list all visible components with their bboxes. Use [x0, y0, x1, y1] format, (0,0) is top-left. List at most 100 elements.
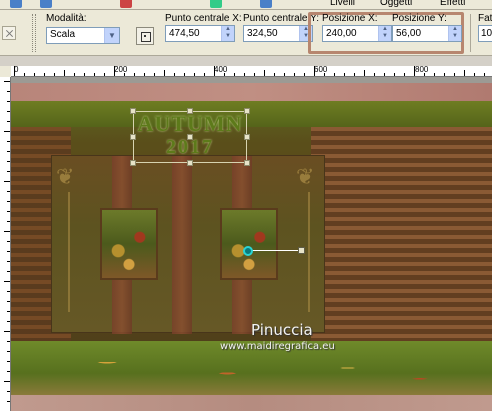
maple-leaf-icon: ❦ [296, 164, 315, 189]
ruler-tick [394, 73, 395, 76]
ruler-tick [4, 381, 10, 382]
autumn-photo-right [220, 208, 278, 280]
ruler-tick [344, 73, 345, 76]
ruler-mark: 800 [415, 66, 429, 74]
ruler-tick [7, 191, 10, 192]
ruler-tick [404, 73, 405, 76]
resize-handle[interactable] [130, 108, 136, 114]
toolbar-icon[interactable] [120, 0, 132, 8]
cut-field[interactable]: 10 [478, 25, 492, 42]
resize-handle[interactable] [244, 108, 250, 114]
top-border-band [11, 83, 492, 101]
mode-select[interactable]: Scala ▼ [46, 27, 120, 44]
reset-icon[interactable] [2, 26, 16, 40]
spin-down-icon[interactable]: ▼ [222, 33, 234, 40]
spin-down-icon[interactable]: ▼ [449, 33, 461, 40]
toolbar-icon[interactable] [40, 0, 52, 8]
autumn-photo-left [100, 208, 158, 280]
vine-decoration [68, 192, 70, 312]
ruler-tick [4, 281, 10, 282]
toolbar-separator [470, 14, 471, 52]
watermark-url: www.maidiregrafica.eu [220, 341, 335, 352]
ruler-tick [24, 73, 25, 76]
position-x-spinner[interactable]: ▲ ▼ [378, 26, 391, 41]
ruler-tick [4, 181, 10, 182]
resize-handle[interactable] [187, 160, 193, 166]
artwork-image[interactable]: ❦ ❦ AUTUMN 2017 Pinuccia www.maidiregraf… [11, 83, 492, 411]
ruler-tick [384, 73, 385, 76]
vertical-ruler[interactable] [0, 77, 11, 411]
chevron-down-icon[interactable]: ▼ [104, 28, 119, 43]
spin-up-icon[interactable]: ▲ [379, 26, 391, 33]
ruler-tick [84, 73, 85, 76]
resize-handle[interactable] [187, 108, 193, 114]
ruler-tick [214, 66, 215, 76]
center-y-field[interactable]: 324,50 ▲ ▼ [243, 25, 313, 42]
help-icon[interactable] [260, 0, 272, 8]
center-x-spinner[interactable]: ▲ ▼ [221, 26, 234, 41]
ruler-tick [424, 73, 425, 76]
ruler-tick [7, 391, 10, 392]
spin-up-icon[interactable]: ▲ [222, 26, 234, 33]
wood-wall-right [311, 127, 492, 347]
resize-handle[interactable] [187, 134, 193, 140]
ruler-tick [7, 91, 10, 92]
ruler-tick [7, 151, 10, 152]
ruler-tick [264, 70, 265, 76]
title-autumn[interactable]: AUTUMN [133, 113, 247, 135]
rotation-handle[interactable] [298, 247, 305, 254]
resize-handle[interactable] [130, 134, 136, 140]
ruler-tick [7, 401, 10, 402]
ruler-tick [7, 201, 10, 202]
center-x-field[interactable]: 474,50 ▲ ▼ [165, 25, 235, 42]
ruler-tick [174, 73, 175, 76]
ruler-tick [7, 291, 10, 292]
central-panel: ❦ ❦ [51, 155, 325, 334]
ruler-tick [4, 331, 10, 332]
ruler-tick [224, 73, 225, 76]
toolbar-icon[interactable] [210, 0, 222, 8]
resize-handle[interactable] [130, 160, 136, 166]
ruler-tick [184, 73, 185, 76]
toolbar-grip[interactable] [32, 14, 36, 52]
spin-down-icon[interactable]: ▼ [379, 33, 391, 40]
center-x-label: Punto centrale X: [165, 13, 242, 24]
menu-layers[interactable]: Livelli [330, 0, 355, 8]
rotation-pivot-icon[interactable] [243, 246, 253, 256]
ruler-tick [444, 73, 445, 76]
horizontal-ruler[interactable]: 0 200 400 600 800 [11, 66, 492, 77]
center-on-canvas-icon[interactable] [136, 27, 154, 45]
tool-options-bar: Modalità: Scala ▼ Punto centrale X: 474,… [0, 10, 492, 56]
ruler-tick [4, 131, 10, 132]
toolbar-icon[interactable] [10, 0, 22, 8]
ruler-tick [104, 73, 105, 76]
position-y-spinner[interactable]: ▲ ▼ [448, 26, 461, 41]
position-y-field[interactable]: 56,00 ▲ ▼ [392, 25, 462, 42]
ruler-tick [354, 73, 355, 76]
center-y-value: 324,50 [247, 28, 278, 39]
resize-handle[interactable] [244, 160, 250, 166]
ruler-tick [7, 111, 10, 112]
watermark-signature: Pinuccia [251, 321, 313, 339]
position-x-field[interactable]: 240,00 ▲ ▼ [322, 25, 392, 42]
ruler-tick [254, 73, 255, 76]
ruler-tick [314, 66, 315, 76]
menu-objects[interactable]: Oggetti [380, 0, 412, 8]
ruler-tick [144, 73, 145, 76]
vine-decoration [308, 192, 310, 312]
ruler-mark: 400 [214, 66, 228, 74]
cut-label: Fat [478, 13, 492, 24]
ruler-tick [134, 73, 135, 76]
ruler-tick [244, 73, 245, 76]
ruler-tick [7, 271, 10, 272]
canvas-area[interactable]: ❦ ❦ AUTUMN 2017 Pinuccia www.maidiregraf… [11, 77, 492, 411]
spin-up-icon[interactable]: ▲ [449, 26, 461, 33]
ruler-tick [434, 73, 435, 76]
menu-effects[interactable]: Effetti [440, 0, 465, 8]
ruler-tick [474, 73, 475, 76]
ruler-tick [7, 301, 10, 302]
green-banner [11, 101, 492, 127]
resize-handle[interactable] [244, 134, 250, 140]
title-year[interactable]: 2017 [133, 137, 247, 157]
ruler-tick [74, 73, 75, 76]
